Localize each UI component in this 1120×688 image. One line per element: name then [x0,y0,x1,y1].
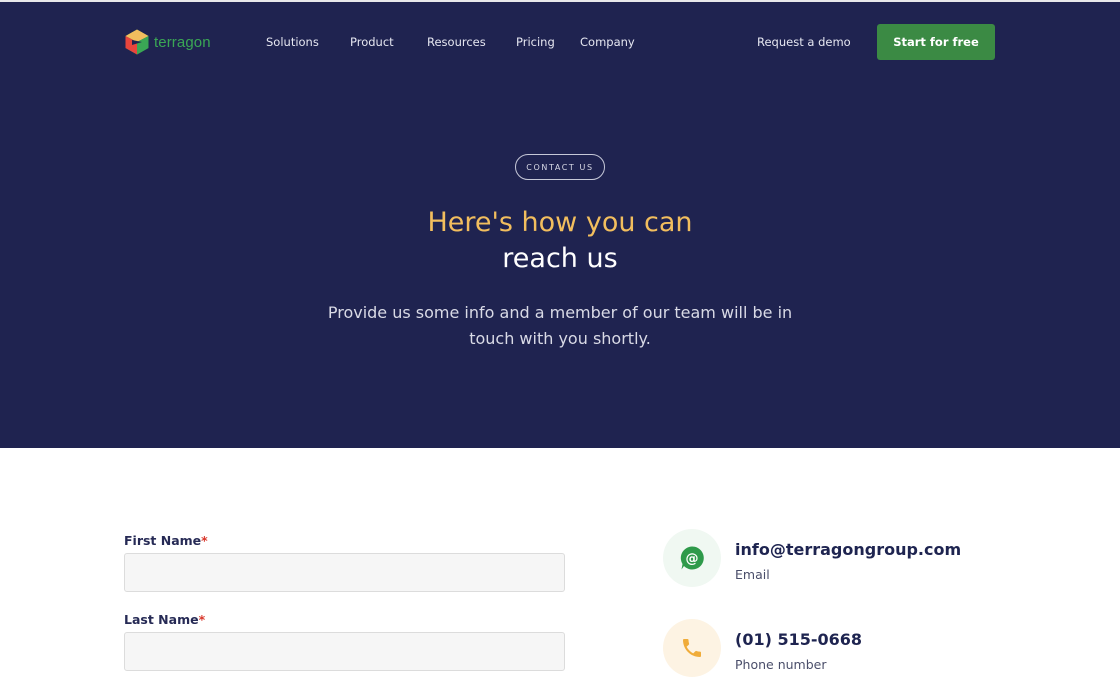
brand-name: terragon [154,33,211,51]
nav-item-resources[interactable]: Resources [427,35,486,49]
last-name-label-text: Last Name [124,612,199,627]
email-value[interactable]: info@terragongroup.com [735,540,961,559]
email-label: Email [735,567,770,582]
nav-item-company[interactable]: Company [580,35,635,49]
svg-text:@: @ [686,552,699,567]
phone-value[interactable]: (01) 515-0668 [735,630,862,649]
hero-section: terragon Solutions Product Resources Pri… [0,0,1120,448]
last-name-input[interactable] [124,632,565,671]
phone-icon-badge [663,619,721,677]
required-mark: * [198,612,206,627]
hero-title-line1: Here's how you can [427,207,693,238]
nav-item-pricing[interactable]: Pricing [516,35,555,49]
first-name-label-text: First Name [124,533,202,548]
hero-subtitle: Provide us some info and a member of our… [327,303,793,348]
hero-title-line2: reach us [502,243,618,274]
nav-item-solutions[interactable]: Solutions [266,35,319,49]
brand-logo[interactable]: terragon [123,28,211,56]
first-name-label: First Name* [124,533,208,548]
at-sign-icon: @ [680,546,704,570]
required-mark: * [201,533,208,548]
phone-icon [683,639,701,657]
last-name-label: Last Name* [124,612,205,627]
nav-item-product[interactable]: Product [350,35,394,49]
first-name-input[interactable] [124,553,565,592]
contact-us-badge: CONTACT US [515,154,605,180]
request-demo-link[interactable]: Request a demo [757,35,851,49]
start-free-button[interactable]: Start for free [877,24,995,60]
phone-label: Phone number [735,657,827,672]
email-icon-badge: @ [663,529,721,587]
terragon-logo-icon [125,29,149,55]
